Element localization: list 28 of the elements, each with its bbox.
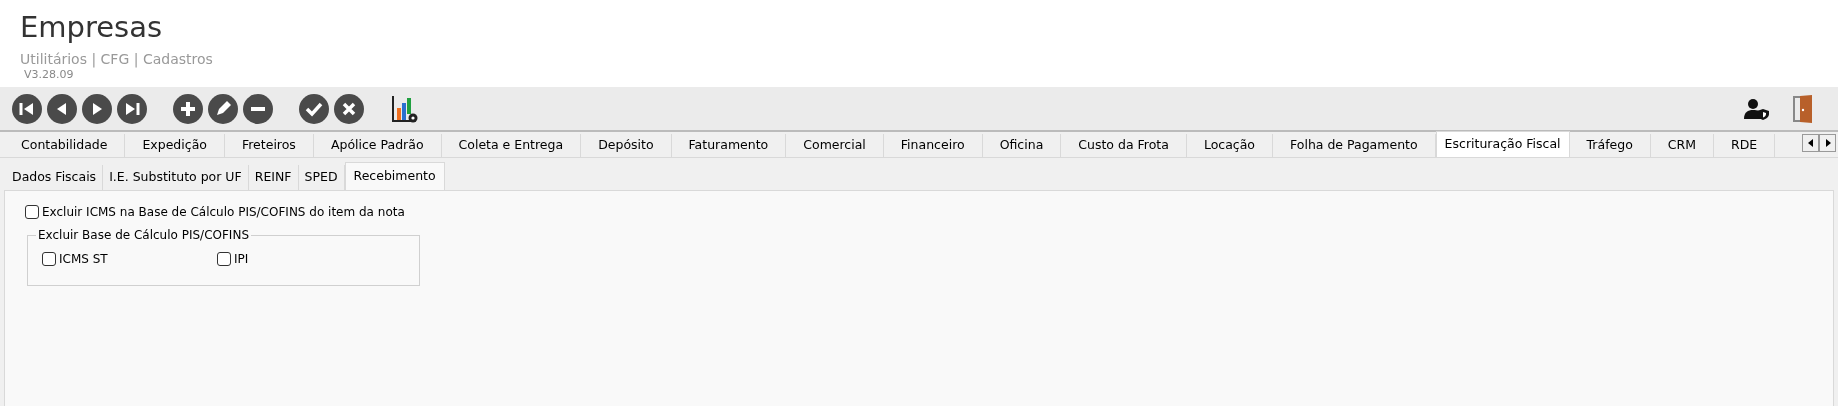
checkbox-label: ICMS ST — [59, 251, 108, 268]
add-icon[interactable] — [173, 93, 203, 124]
confirm-icon[interactable] — [299, 93, 329, 124]
left-arrow-icon — [1807, 139, 1814, 147]
cancel-icon[interactable] — [334, 93, 364, 124]
page-title: Empresas — [20, 9, 164, 46]
pencil-icon[interactable] — [208, 93, 238, 124]
minus-icon[interactable] — [243, 93, 273, 124]
chart-settings-icon[interactable] — [390, 93, 420, 124]
group-title: Excluir Base de Cálculo PIS/COFINS — [37, 227, 250, 244]
checkbox[interactable] — [42, 252, 56, 266]
checkbox-label: IPI — [234, 251, 249, 268]
last-record-icon[interactable] — [117, 93, 147, 124]
first-record-icon[interactable] — [12, 93, 42, 124]
door-icon[interactable] — [1792, 93, 1814, 124]
subtab[interactable]: Recebimento — [344, 162, 445, 190]
checkbox[interactable] — [25, 205, 39, 219]
tab[interactable]: Escrituração Fiscal — [1435, 131, 1570, 157]
checkbox[interactable] — [217, 252, 231, 266]
right-arrow-icon — [1824, 139, 1831, 147]
version-label: V3.28.09 — [24, 68, 75, 82]
next-record-icon[interactable] — [82, 93, 112, 124]
breadcrumb: Utilitários | CFG | Cadastros — [20, 50, 214, 68]
scroll-left-button[interactable] — [1802, 134, 1819, 152]
checkbox-label: Excluir ICMS na Base de Cálculo PIS/COFINS do item da nota — [42, 204, 405, 221]
previous-record-icon[interactable] — [47, 93, 77, 124]
scroll-right-button[interactable] — [1819, 134, 1836, 152]
user-shield-icon[interactable] — [1744, 97, 1770, 120]
